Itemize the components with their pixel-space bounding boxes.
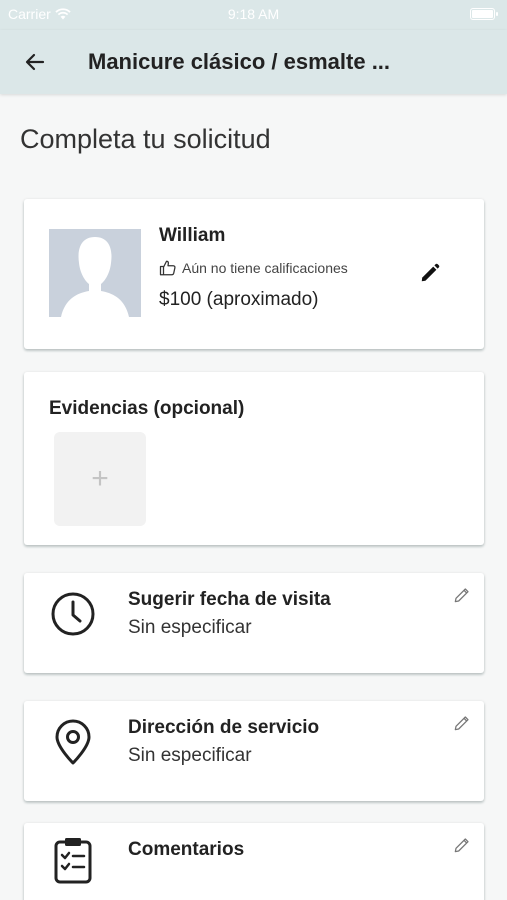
map-pin-icon <box>55 719 91 765</box>
user-silhouette-icon <box>61 237 129 317</box>
address-title: Dirección de servicio <box>128 717 320 738</box>
app-bar: Manicure clásico / esmalte ... <box>0 30 507 94</box>
rating-row: Aún no tiene calificaciones <box>159 259 348 277</box>
edit-provider-icon[interactable] <box>419 262 441 284</box>
status-bar: Carrier 9:18 AM <box>0 0 507 30</box>
section-heading: Completa tu solicitud <box>20 124 271 154</box>
address-value: Sin especificar <box>128 745 252 766</box>
visit-date-card[interactable]: Sugerir fecha de visita Sin especificar <box>24 573 484 673</box>
evidence-card: Evidencias (opcional) + <box>24 372 484 545</box>
plus-icon: + <box>91 462 109 495</box>
edit-comments-icon[interactable] <box>452 835 472 855</box>
clock-icon <box>51 592 95 636</box>
clipboard-checklist-icon <box>54 838 92 884</box>
status-time: 9:18 AM <box>227 6 280 22</box>
add-evidence-button[interactable]: + <box>54 432 146 526</box>
edit-address-icon[interactable] <box>452 713 472 733</box>
price-text: $100 (aproximado) <box>159 289 319 310</box>
rating-text: Aún no tiene calificaciones <box>182 260 348 276</box>
evidence-title: Evidencias (opcional) <box>49 398 245 419</box>
visit-date-value: Sin especificar <box>128 617 252 638</box>
edit-visit-date-icon[interactable] <box>452 585 472 605</box>
back-button[interactable] <box>0 30 70 94</box>
avatar <box>49 229 141 317</box>
comments-card[interactable]: Comentarios <box>24 823 484 900</box>
visit-date-title: Sugerir fecha de visita <box>128 589 331 610</box>
address-card[interactable]: Dirección de servicio Sin especificar <box>24 701 484 801</box>
arrow-left-icon <box>25 53 45 71</box>
page-title: Manicure clásico / esmalte ... <box>88 49 391 74</box>
battery-icon <box>470 8 498 20</box>
provider-name: William <box>159 225 226 246</box>
comments-title: Comentarios <box>128 839 245 860</box>
provider-card: William Aún no tiene calificaciones $100… <box>24 199 484 349</box>
thumbs-up-icon <box>159 260 176 276</box>
